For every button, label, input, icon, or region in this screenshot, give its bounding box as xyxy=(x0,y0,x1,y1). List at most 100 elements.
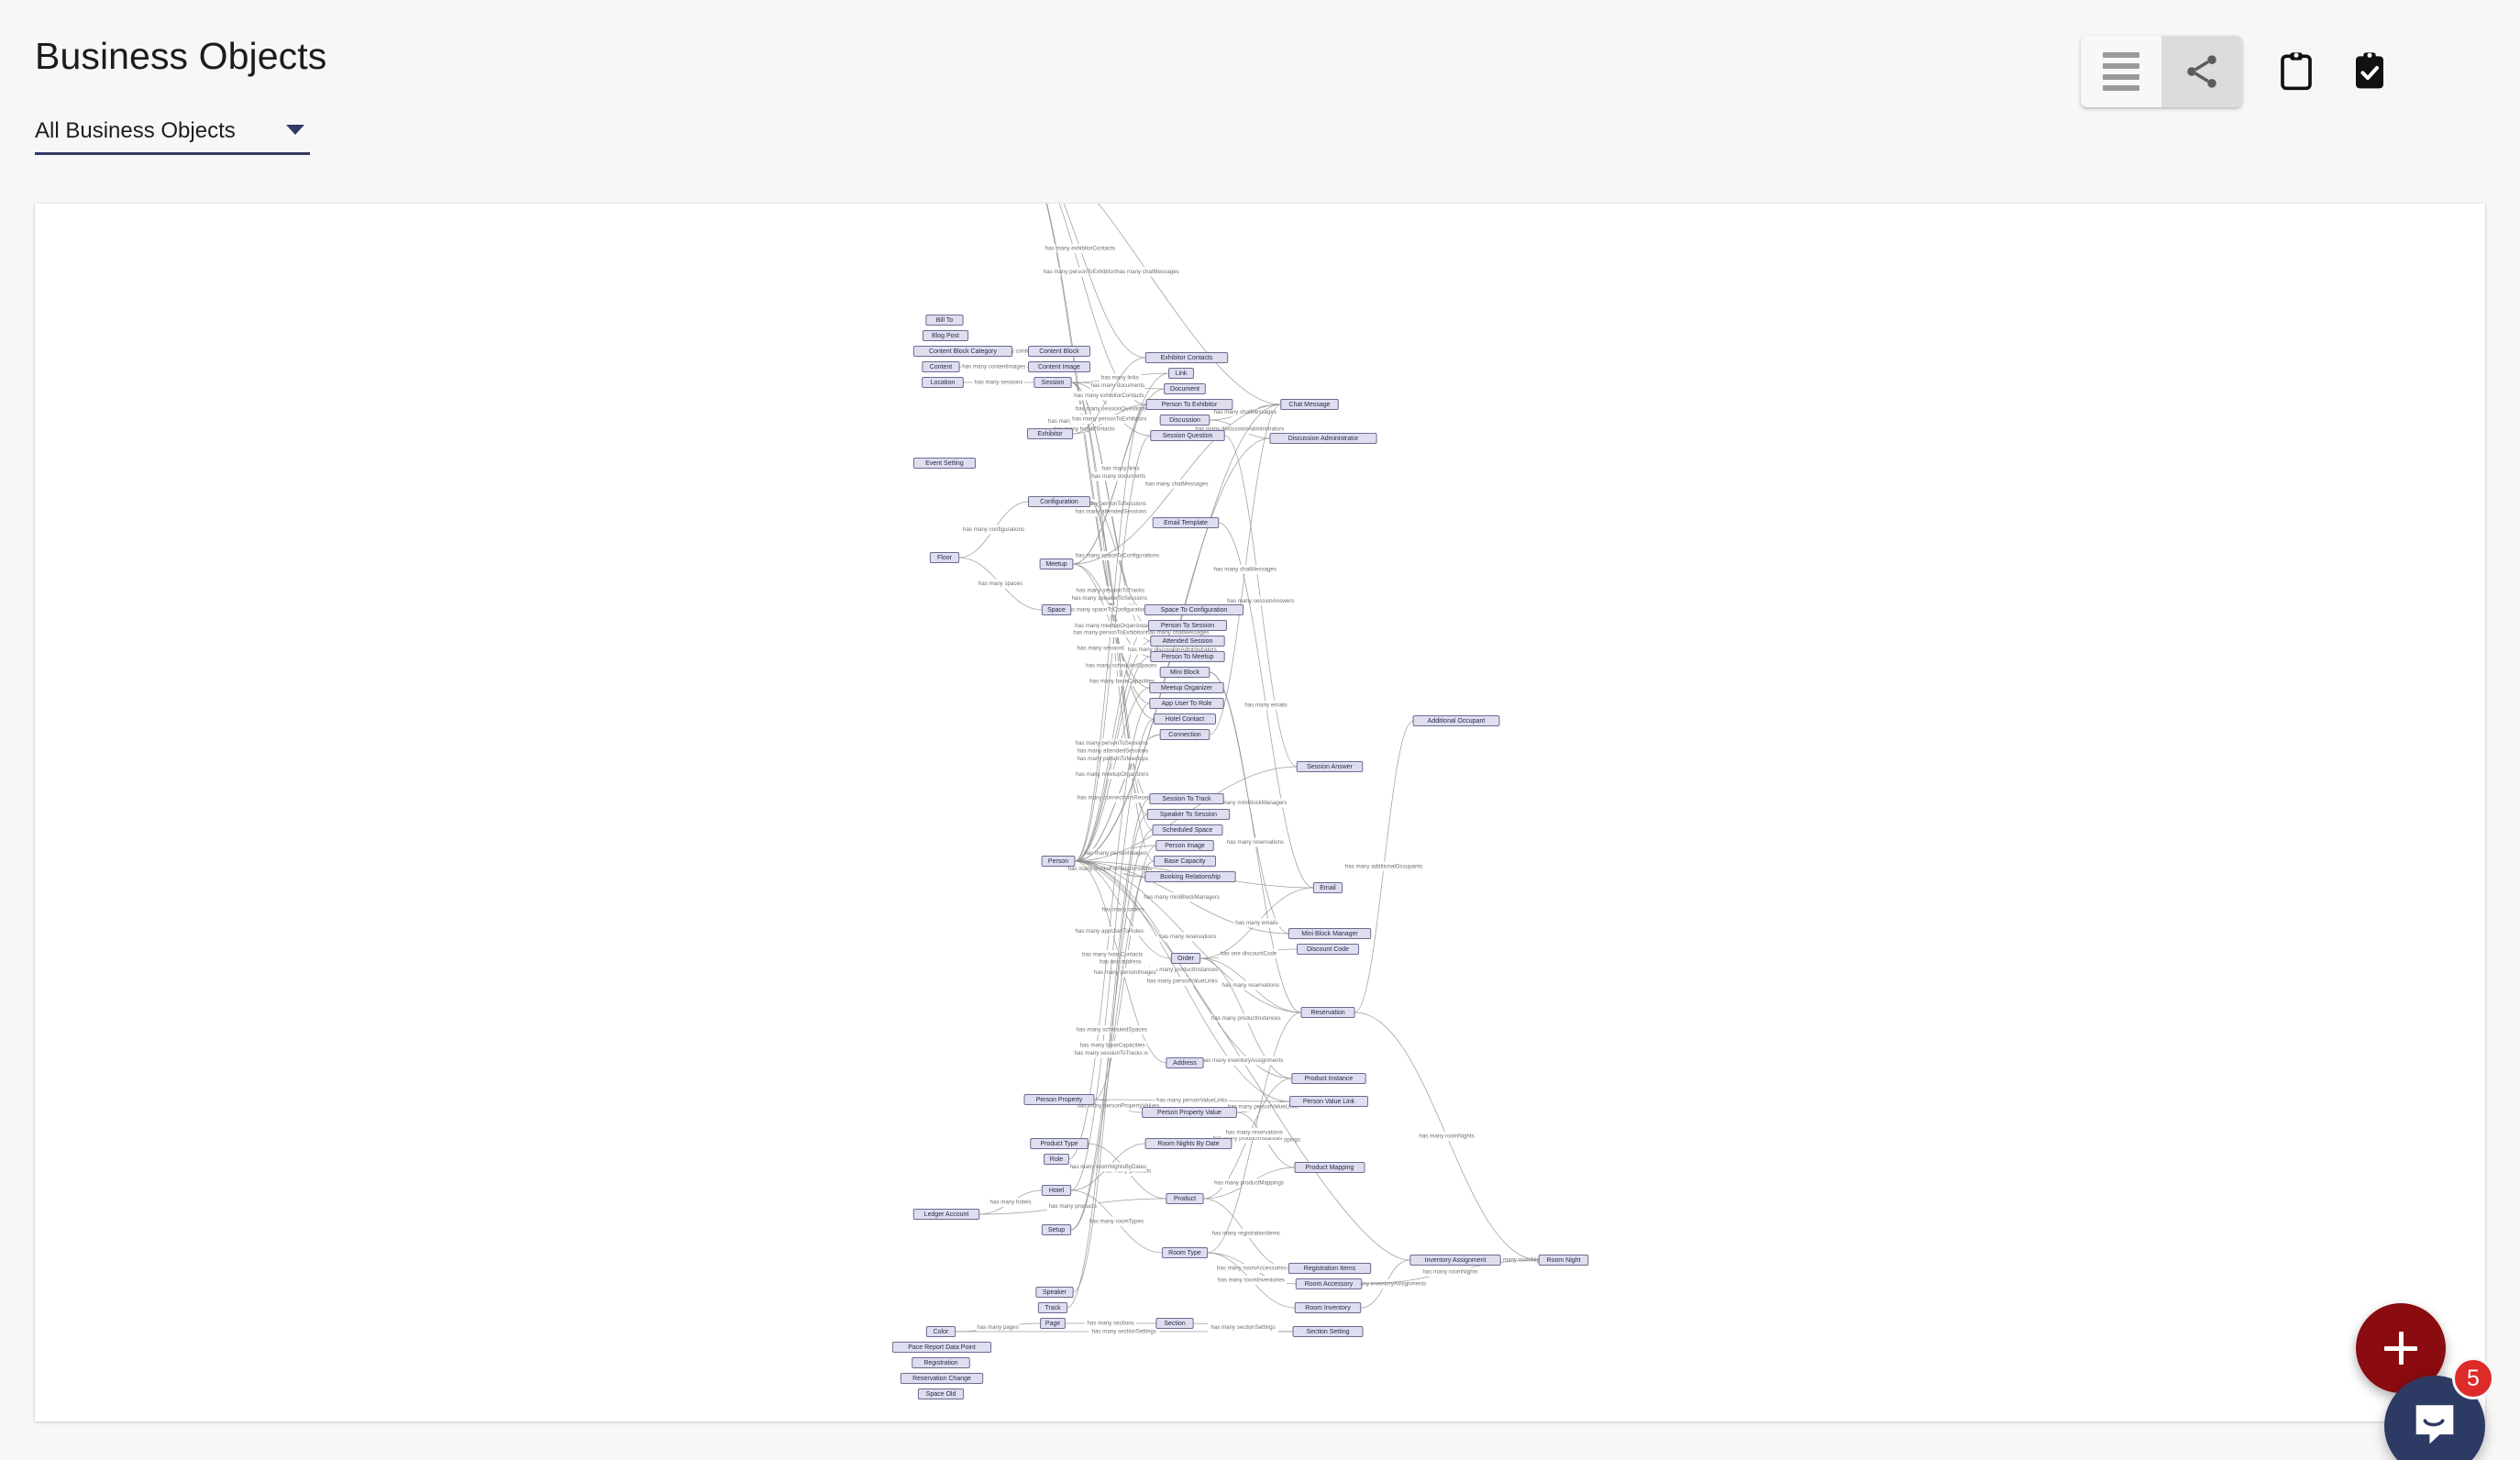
graph-node[interactable]: Speaker To Session xyxy=(1146,809,1231,820)
graph-node[interactable]: Hotel Contact xyxy=(1153,713,1217,724)
graph-node[interactable]: Bill To xyxy=(925,315,964,326)
graph-node[interactable]: Reservation xyxy=(1300,1007,1355,1018)
graph-node[interactable]: Floor xyxy=(929,552,960,563)
view-toggle-group[interactable] xyxy=(2081,36,2242,107)
graph-node[interactable]: Room Night xyxy=(1538,1255,1589,1266)
graph-node[interactable]: Exhibitor Contacts xyxy=(1144,352,1229,363)
business-object-select[interactable]: All Business Objects xyxy=(35,117,310,155)
graph-node[interactable]: Configuration xyxy=(1027,496,1091,507)
graph-node[interactable]: Base Capacity xyxy=(1153,856,1217,867)
graph-node[interactable]: Mini Block Manager xyxy=(1288,928,1372,939)
graph-node[interactable]: Product xyxy=(1166,1193,1204,1204)
graph-node[interactable]: Content xyxy=(922,361,960,372)
edge-label: has many personValueLinks xyxy=(1147,979,1218,985)
graph-edge: has many roomNightsByDates xyxy=(1070,1143,1146,1191)
graph-node[interactable]: Product Type xyxy=(1030,1138,1089,1149)
graph-node[interactable]: Page xyxy=(1040,1318,1066,1329)
graph-node[interactable]: Document xyxy=(1164,383,1206,394)
graph-node[interactable]: Room Inventory xyxy=(1294,1302,1362,1313)
edge-label: has many pages xyxy=(977,1324,1018,1331)
graph-node-label: Document xyxy=(1170,386,1199,393)
graph-node[interactable]: Product Instance xyxy=(1291,1073,1366,1084)
graph-node[interactable]: Ledger Account xyxy=(912,1209,980,1220)
graph-node[interactable]: Room Type xyxy=(1161,1247,1209,1258)
graph-node[interactable]: Section Setting xyxy=(1292,1326,1364,1337)
graph-node[interactable]: Location xyxy=(922,377,964,388)
graph-node[interactable]: Booking Relationship xyxy=(1144,871,1236,882)
graph-node[interactable]: Person To Meetup xyxy=(1150,651,1225,662)
graph-node[interactable]: Space To Configuration xyxy=(1144,604,1244,615)
graph-node[interactable]: Room Nights By Date xyxy=(1144,1138,1232,1149)
graph-node[interactable]: Role xyxy=(1044,1154,1069,1165)
graph-node[interactable]: Scheduled Space xyxy=(1152,824,1223,835)
graph-node[interactable]: Connection xyxy=(1159,729,1210,740)
graph-node[interactable]: Email Template xyxy=(1152,517,1220,528)
edge-label: has many reservations xyxy=(1227,839,1284,846)
graph-node[interactable]: Discount Code xyxy=(1296,944,1360,955)
graph-node[interactable]: Person xyxy=(1041,856,1076,867)
graph-node[interactable]: Product Mapping xyxy=(1294,1162,1365,1173)
graph-node[interactable]: Email xyxy=(1312,882,1343,893)
graph-node[interactable]: Setup xyxy=(1041,1224,1072,1235)
graph-node[interactable]: Person Property Value xyxy=(1142,1107,1237,1118)
graph-node[interactable]: Color xyxy=(925,1326,956,1337)
clipboard-button[interactable] xyxy=(2271,46,2322,97)
graph-node-label: Email xyxy=(1320,885,1336,891)
graph-node[interactable]: Person Value Link xyxy=(1289,1096,1368,1107)
graph-node[interactable]: Attended Session xyxy=(1150,636,1225,647)
graph-node[interactable]: Space Old xyxy=(917,1388,965,1399)
graph-node[interactable]: Exhibitor xyxy=(1026,428,1074,439)
graph-node[interactable]: Person To Session xyxy=(1148,620,1227,631)
graph-node[interactable]: Person Image xyxy=(1155,840,1214,851)
edge-label: has many personImages xyxy=(1094,969,1156,976)
clipboard-check-button[interactable] xyxy=(2344,46,2395,97)
graph-node-label: Location xyxy=(931,380,956,386)
graph-edge: has many sections xyxy=(1065,1319,1156,1328)
entity-relationship-graph[interactable]: has many appUserToRoleshas many importJo… xyxy=(35,204,2485,1421)
graph-node[interactable]: App User To Role xyxy=(1149,698,1224,709)
graph-node[interactable]: Track xyxy=(1037,1302,1068,1313)
graph-node[interactable]: Section xyxy=(1155,1318,1194,1329)
graph-node[interactable]: Address xyxy=(1166,1057,1204,1068)
graph-node[interactable]: Discussion Administrator xyxy=(1269,433,1377,444)
graph-node[interactable]: Registration Items xyxy=(1288,1263,1372,1274)
graph-node[interactable]: Content Block xyxy=(1027,346,1091,357)
edge-label: has many personToSessions xyxy=(1076,740,1148,747)
graph-node[interactable]: Content Image xyxy=(1027,361,1091,372)
graph-node[interactable]: Pace Report Data Point xyxy=(891,1342,992,1353)
graph-node-label: Link xyxy=(1176,371,1188,377)
graph-node[interactable]: Space xyxy=(1041,604,1072,615)
graph-node[interactable]: Blog Post xyxy=(922,330,969,341)
graph-node-label: Pace Report Data Point xyxy=(908,1344,976,1351)
graph-node[interactable]: Person To Exhibitor xyxy=(1145,399,1233,410)
graph-node[interactable]: Session Question xyxy=(1150,430,1225,441)
edge-label: has many sections xyxy=(1088,1321,1134,1327)
diagram-canvas[interactable]: has many appUserToRoleshas many importJo… xyxy=(35,204,2485,1421)
graph-node[interactable]: Session To Track xyxy=(1149,793,1224,804)
graph-node-label: Product Instance xyxy=(1305,1076,1354,1082)
graph-node[interactable]: Registration xyxy=(912,1357,970,1368)
graph-node[interactable]: Meetup Organizer xyxy=(1149,682,1224,693)
graph-node-label: Space To Configuration xyxy=(1161,607,1228,614)
graph-node[interactable]: Reservation Change xyxy=(900,1373,984,1384)
graph-node[interactable]: Person Property xyxy=(1023,1094,1095,1105)
graph-node[interactable]: Hotel xyxy=(1041,1185,1072,1196)
graph-node[interactable]: Session xyxy=(1033,377,1072,388)
graph-node[interactable]: Room Accessory xyxy=(1295,1278,1363,1289)
graph-node[interactable]: Mini Block xyxy=(1159,667,1210,678)
graph-node[interactable]: Order xyxy=(1170,953,1201,964)
graph-view-toggle[interactable] xyxy=(2161,36,2242,107)
list-view-toggle[interactable] xyxy=(2081,36,2161,107)
graph-node[interactable]: Content Block Category xyxy=(912,346,1013,357)
graph-node[interactable]: Session Answer xyxy=(1296,761,1364,772)
graph-node[interactable]: Additional Occupant xyxy=(1412,715,1500,726)
graph-node[interactable]: Link xyxy=(1168,368,1194,379)
graph-node-label: Color xyxy=(934,1329,949,1335)
graph-node[interactable]: Event Setting xyxy=(912,458,977,469)
graph-node-label: Person Value Link xyxy=(1303,1099,1355,1105)
graph-node[interactable]: Inventory Assignment xyxy=(1409,1255,1501,1266)
graph-node[interactable]: Meetup xyxy=(1039,559,1074,570)
graph-node[interactable]: Discussion xyxy=(1159,415,1210,426)
graph-node[interactable]: Chat Message xyxy=(1280,399,1339,410)
graph-node[interactable]: Speaker xyxy=(1035,1287,1074,1298)
